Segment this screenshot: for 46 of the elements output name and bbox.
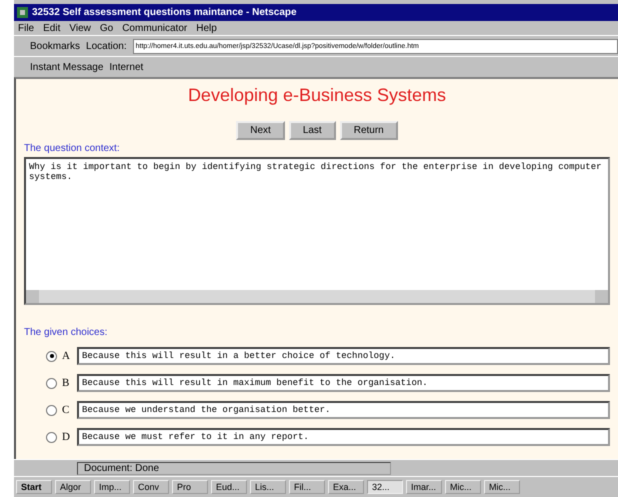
taskbar-button[interactable]: Conv [133, 480, 169, 494]
menu-item[interactable]: Go [100, 22, 114, 34]
menu-item[interactable]: Help [196, 22, 217, 34]
radio-button[interactable] [46, 350, 57, 362]
question-field[interactable]: Why is it important to begin by identifying strategic directions for the enterprise in developing computer systems. [24, 157, 610, 305]
menu-item[interactable]: Edit [43, 22, 60, 34]
status-text: Document: Done [77, 462, 391, 474]
taskbar-button[interactable]: Lis... [250, 480, 286, 494]
taskbar-button[interactable]: Fil... [289, 480, 325, 494]
taskbar-button[interactable]: Exa... [328, 480, 364, 494]
start-button[interactable]: Start [16, 480, 52, 494]
nav-button[interactable]: Return [340, 121, 398, 140]
radio-button[interactable] [46, 432, 57, 442]
menu-item[interactable]: Communicator [122, 22, 188, 34]
menu-item[interactable]: View [69, 22, 91, 34]
choice-field[interactable]: Because we understand the organisation better. [77, 401, 610, 419]
taskbar-button[interactable]: 32... [367, 480, 403, 494]
taskbar-button[interactable]: Pro [172, 480, 208, 494]
location-label: Location: [86, 40, 127, 52]
choice-field[interactable]: Because this will result in maximum benefit to the organisation. [77, 374, 610, 392]
title-text: 32532 Self assessment questions maintance - Netscape [32, 7, 297, 18]
taskbar-button[interactable]: Eud... [211, 480, 247, 494]
toolbar-link[interactable]: Internet [109, 62, 144, 72]
bookmarks-button[interactable]: Bookmarks [30, 40, 80, 52]
choice-letter: A [62, 350, 71, 362]
choice-letter: C [62, 404, 70, 416]
taskbar-button[interactable]: Imar... [406, 480, 442, 494]
page-heading: Developing e-Business Systems [186, 85, 448, 106]
horizontal-scrollbar[interactable] [26, 290, 608, 303]
window-icon [17, 7, 28, 18]
nav-button[interactable]: Last [288, 121, 336, 140]
toolbar-link[interactable]: Instant Message [30, 62, 104, 72]
taskbar-button[interactable]: Mic... [445, 480, 481, 494]
question-label: The question context: [24, 143, 121, 154]
choices-label: The given choices: [24, 327, 108, 338]
choice-field[interactable]: Because this will result in a better choice of technology. [77, 347, 610, 365]
nav-button[interactable]: Next [236, 121, 285, 140]
choice-letter: B [62, 377, 70, 389]
radio-button[interactable] [46, 378, 57, 388]
taskbar-button[interactable]: Algor [55, 480, 91, 494]
choice-field[interactable]: Because we must refer to it in any report. [77, 428, 610, 446]
taskbar-button[interactable]: Imp... [94, 480, 130, 494]
radio-button[interactable] [46, 404, 57, 416]
menu-item[interactable]: File [18, 22, 34, 34]
taskbar-button[interactable]: Mic... [484, 480, 520, 494]
choice-letter: D [62, 431, 71, 443]
